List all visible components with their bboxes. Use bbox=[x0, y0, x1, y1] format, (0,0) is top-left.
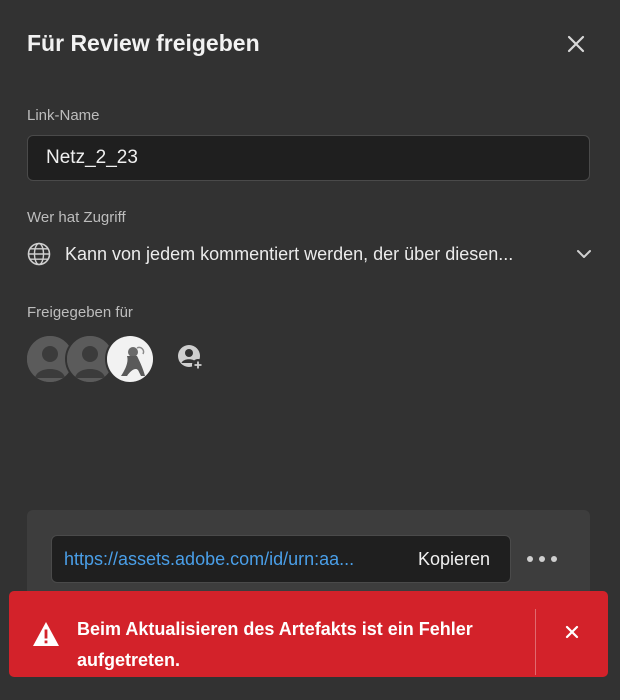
add-user-button[interactable] bbox=[176, 343, 206, 373]
error-message: Beim Aktualisieren des Artefakts ist ein… bbox=[77, 619, 473, 670]
add-user-icon bbox=[178, 345, 204, 371]
close-toast-icon[interactable] bbox=[563, 623, 581, 641]
close-dialog-button[interactable] bbox=[562, 30, 590, 58]
error-toast: Beim Aktualisieren des Artefakts ist ein… bbox=[9, 591, 608, 677]
dialog-title: Für Review freigeben bbox=[27, 30, 260, 56]
access-dropdown[interactable]: Kann von jedem kommentiert werden, der ü… bbox=[27, 240, 593, 268]
warning-icon bbox=[33, 622, 59, 646]
link-name-label: Link-Name bbox=[27, 107, 100, 124]
copy-link-button[interactable]: Kopieren bbox=[418, 549, 490, 570]
access-label: Wer hat Zugriff bbox=[27, 209, 126, 226]
toast-divider bbox=[535, 609, 536, 675]
shared-with-label: Freigegeben für bbox=[27, 304, 133, 321]
share-link-field[interactable]: https://assets.adobe.com/id/urn:aa... Ko… bbox=[51, 535, 511, 583]
globe-icon bbox=[27, 242, 51, 266]
more-dot bbox=[539, 556, 545, 562]
more-options-button[interactable] bbox=[527, 548, 557, 570]
user-photo-icon bbox=[107, 336, 153, 382]
link-name-input[interactable] bbox=[27, 135, 590, 181]
chevron-down-icon bbox=[577, 250, 591, 258]
more-dot bbox=[551, 556, 557, 562]
access-value: Kann von jedem kommentiert werden, der ü… bbox=[65, 243, 514, 264]
close-icon bbox=[567, 35, 585, 53]
share-link-url[interactable]: https://assets.adobe.com/id/urn:aa... bbox=[52, 549, 384, 570]
avatar[interactable] bbox=[105, 334, 155, 384]
more-dot bbox=[527, 556, 533, 562]
